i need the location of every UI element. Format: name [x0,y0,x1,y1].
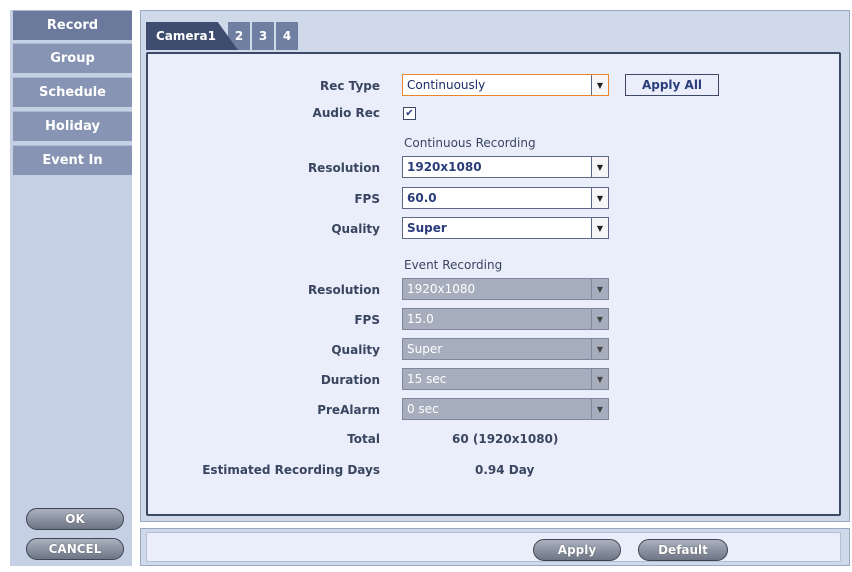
event-duration-label: Duration [320,373,380,387]
default-button[interactable]: Default [638,539,728,561]
chevron-down-icon[interactable]: ▼ [591,309,608,329]
default-button-label: Default [658,543,708,557]
ok-button[interactable]: OK [26,508,124,530]
continuous-quality-value: Super [407,221,447,235]
rec-type-label: Rec Type [320,79,380,93]
sidebar-item-label: Event In [42,153,103,168]
tab-label: 2 [234,29,244,43]
total-label: Total [347,432,380,446]
continuous-resolution-select[interactable]: 1920x1080 ▼ [402,156,609,178]
chevron-down-icon[interactable]: ▼ [591,157,608,177]
continuous-resolution-label: Resolution [307,161,380,175]
event-prealarm-label: PreAlarm [317,403,380,417]
tab-label: 3 [258,29,268,43]
event-fps-label: FPS [354,313,380,327]
audio-rec-checkbox[interactable]: ✔ [403,107,416,120]
chevron-down-icon[interactable]: ▼ [591,279,608,299]
sidebar-item-schedule[interactable]: Schedule [13,77,132,107]
cancel-button-label: CANCEL [48,542,102,556]
sidebar-item-label: Group [50,51,95,66]
tab-label: 4 [282,29,292,43]
tab-label: Camera1 [156,29,216,43]
continuous-fps-label: FPS [354,192,380,206]
event-fps-value: 15.0 [407,312,434,326]
event-resolution-value: 1920x1080 [407,282,476,296]
check-icon: ✔ [405,108,414,119]
event-recording-heading: Event Recording [404,258,503,272]
rec-type-select[interactable]: Continuously ▼ [402,74,609,96]
continuous-quality-select[interactable]: Super ▼ [402,217,609,239]
event-prealarm-select[interactable]: 0 sec ▼ [402,398,609,420]
continuous-fps-select[interactable]: 60.0 ▼ [402,187,609,209]
apply-all-button[interactable]: Apply All [625,74,719,96]
apply-all-label: Apply All [641,78,703,92]
event-quality-value: Super [407,342,443,356]
apply-button-label: Apply [557,543,597,557]
continuous-quality-label: Quality [331,222,380,236]
total-value: 60 (1920x1080) [452,432,559,446]
tab-camera4[interactable]: 4 [276,22,298,50]
apply-button[interactable]: Apply [533,539,621,561]
tab-camera3[interactable]: 3 [252,22,274,50]
sidebar-item-holiday[interactable]: Holiday [13,111,132,141]
sidebar-item-label: Record [46,18,99,33]
chevron-down-icon[interactable]: ▼ [591,369,608,389]
camera-tabs: Camera1 2 3 4 [146,22,300,50]
ok-button-label: OK [65,512,85,526]
sidebar-item-label: Holiday [45,119,100,134]
event-duration-select[interactable]: 15 sec ▼ [402,368,609,390]
estimated-days-label: Estimated Recording Days [202,463,380,477]
event-fps-select[interactable]: 15.0 ▼ [402,308,609,330]
sidebar-item-record[interactable]: Record [13,10,132,40]
event-prealarm-value: 0 sec [407,402,439,416]
estimated-days-value: 0.94 Day [475,463,535,477]
event-duration-value: 15 sec [407,372,447,386]
event-resolution-select[interactable]: 1920x1080 ▼ [402,278,609,300]
chevron-down-icon[interactable]: ▼ [591,75,608,95]
sidebar-item-group[interactable]: Group [13,43,132,73]
cancel-button[interactable]: CANCEL [26,538,124,560]
sidebar-item-event-in[interactable]: Event In [13,145,132,175]
chevron-down-icon[interactable]: ▼ [591,188,608,208]
chevron-down-icon[interactable]: ▼ [591,399,608,419]
chevron-down-icon[interactable]: ▼ [591,218,608,238]
continuous-fps-value: 60.0 [407,191,437,205]
tab-camera1[interactable]: Camera1 [146,22,238,50]
footer-bar [146,532,841,562]
chevron-down-icon[interactable]: ▼ [591,339,608,359]
event-quality-select[interactable]: Super ▼ [402,338,609,360]
continuous-resolution-value: 1920x1080 [407,160,482,174]
event-resolution-label: Resolution [307,283,380,297]
sidebar: Record Group Schedule Holiday Event In O… [10,10,132,566]
continuous-recording-heading: Continuous Recording [404,136,536,150]
rec-type-value: Continuously [407,78,486,92]
audio-rec-label: Audio Rec [312,106,380,120]
sidebar-item-label: Schedule [39,85,106,100]
event-quality-label: Quality [331,343,380,357]
